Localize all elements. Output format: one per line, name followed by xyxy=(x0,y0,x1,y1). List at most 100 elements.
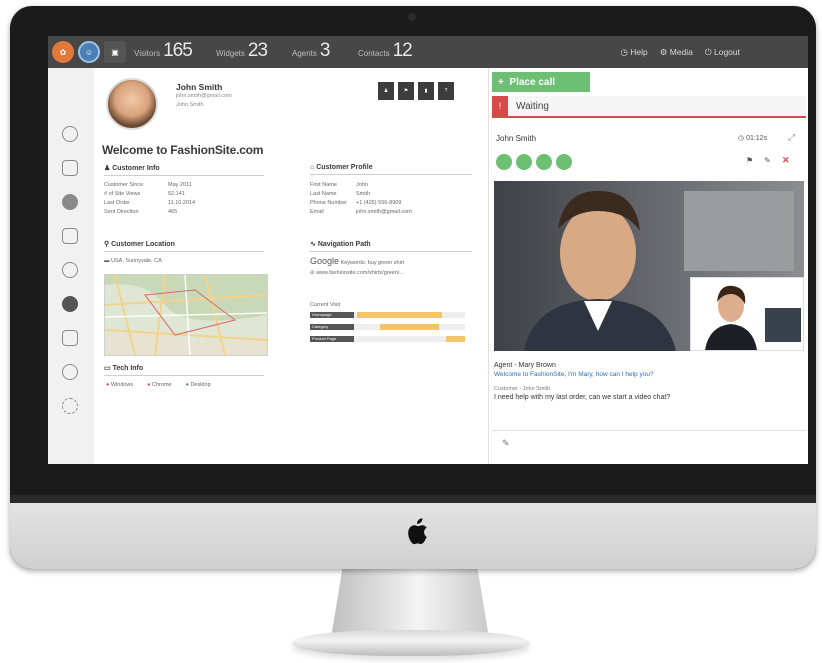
funnel-bar-label-text: Category xyxy=(312,324,329,329)
logout-link[interactable]: ⏻ Logout xyxy=(705,47,740,58)
field-value: 52,141 xyxy=(168,191,185,197)
tech-info-title: Tech Info xyxy=(112,365,144,372)
sidebar-cloud-icon[interactable] xyxy=(62,364,78,380)
place-call-button[interactable]: + Place call xyxy=(492,72,590,92)
tag-icon[interactable]: ✎ xyxy=(764,156,771,165)
video-button[interactable] xyxy=(556,154,572,170)
list-item: Last Name Smith xyxy=(310,190,412,199)
location-map[interactable] xyxy=(104,274,268,356)
chat-divider xyxy=(492,430,806,431)
sidebar xyxy=(48,68,95,464)
desktop-item: ● Desktop xyxy=(186,382,211,388)
field-label: Sent Direction xyxy=(104,209,139,215)
stat-widgets[interactable]: Widgets 23 xyxy=(216,40,268,62)
sidebar-globe-icon[interactable] xyxy=(62,262,78,278)
avatar xyxy=(106,78,158,130)
customer-info-list: Customer Since May 2011 # of Site Views 52… xyxy=(104,181,195,217)
tech-info-list: ● Windows ● Chrome ● Desktop xyxy=(106,382,211,388)
funnel-bar-label-text: Homepage xyxy=(312,312,332,317)
customer-location-title: Customer Location xyxy=(111,241,175,248)
customer-message: I need help with my last order, can we s… xyxy=(494,394,671,401)
call-timer: ◷ 01:12s xyxy=(738,135,768,142)
share-button[interactable] xyxy=(496,154,512,170)
field-value: John xyxy=(356,182,368,188)
brand-logo-icon[interactable]: ✿ xyxy=(52,41,74,63)
referrer-url[interactable]: ⊘ www.fashionsite.com/shirts/green/... xyxy=(310,270,404,276)
list-item: First Name John xyxy=(310,181,412,190)
compose-pen-icon[interactable]: ✎ xyxy=(502,438,510,449)
page-title: Welcome to FashionSite.com xyxy=(102,143,264,157)
monitor-base xyxy=(292,630,530,656)
agent-video-graphic xyxy=(691,278,803,350)
stat-visitors[interactable]: Visitors 165 xyxy=(134,40,193,62)
list-item: Phone Number +1 (425) 556-8909 xyxy=(310,199,412,208)
desktop-icon: ● xyxy=(185,382,189,388)
help-link[interactable]: ◷ Help xyxy=(621,47,648,58)
close-icon[interactable]: ✕ xyxy=(782,155,790,166)
stat-contacts[interactable]: Contacts 12 xyxy=(358,40,413,62)
windows-item: ● Windows xyxy=(106,382,133,388)
field-value: john.smith@gmail.com xyxy=(356,209,412,215)
stat-agents[interactable]: Agents 3 xyxy=(292,40,331,62)
video-stream[interactable] xyxy=(494,181,804,351)
link-icon: ⊘ xyxy=(310,270,315,276)
funnel-bar-label: Product Page xyxy=(310,336,354,342)
place-call-label: Place call xyxy=(509,76,555,88)
logout-link-label: Logout xyxy=(714,47,740,57)
funnel-bar-fill xyxy=(380,324,439,330)
map-graphic xyxy=(105,275,267,355)
list-item: Customer Since May 2011 xyxy=(104,181,195,190)
profile-name: John Smith xyxy=(176,82,223,92)
expand-icon[interactable]: ⤢ xyxy=(788,132,795,143)
tech-item-label: Windows xyxy=(110,382,134,388)
waiting-label: Waiting xyxy=(516,100,549,112)
field-value: Smith xyxy=(356,191,371,197)
sidebar-chat-icon[interactable] xyxy=(62,194,78,210)
phone-button[interactable] xyxy=(536,154,552,170)
sidebar-list-icon[interactable] xyxy=(62,228,78,244)
sidebar-history-icon[interactable] xyxy=(62,296,78,312)
tech-item-label: Desktop xyxy=(190,382,211,388)
funnel-bar-label: Homepage xyxy=(310,312,354,318)
field-value: May 2011 xyxy=(168,182,192,188)
action-flag-button[interactable]: ⚑ xyxy=(398,82,414,100)
media-link[interactable]: ⚙ Media xyxy=(660,47,693,58)
media-link-label: Media xyxy=(669,47,693,57)
sidebar-lock-icon[interactable] xyxy=(62,126,78,142)
funnel-bar: Category xyxy=(310,324,465,330)
help-link-label: Help xyxy=(630,47,648,57)
sidebar-calendar-icon[interactable] xyxy=(62,160,78,176)
field-label: # of Site Views xyxy=(104,191,141,197)
apple-logo-icon xyxy=(408,518,428,545)
field-label: Phone Number xyxy=(310,200,347,206)
stat-value: 3 xyxy=(319,40,331,61)
customer-info-heading: ♟ Customer Info xyxy=(104,164,264,176)
action-user-button[interactable]: ♟ xyxy=(378,82,394,100)
agent-video-pip[interactable] xyxy=(690,277,804,351)
cobrowse-button[interactable] xyxy=(516,154,532,170)
field-value: +1 (425) 556-8909 xyxy=(356,200,402,206)
profile-phone: John Smith xyxy=(176,102,204,108)
field-value: 465 xyxy=(168,209,178,215)
funnel-bar-label-text: Product Page xyxy=(312,336,337,341)
chat-customer-name: John Smith xyxy=(496,134,537,143)
field-label: Email xyxy=(310,209,324,215)
action-mobile-button[interactable]: ▮ xyxy=(418,82,434,100)
waiting-tab[interactable]: ! Waiting xyxy=(492,96,806,118)
funnel-bar-label: Category xyxy=(310,324,354,330)
funnel-bar: Product Page xyxy=(310,336,465,342)
top-links: ◷ Help ⚙ Media ⏻ Logout xyxy=(621,47,741,58)
call-timer-value: 01:12s xyxy=(746,135,768,142)
field-label: Customer Since xyxy=(104,182,144,188)
sidebar-settings-icon[interactable] xyxy=(62,398,78,414)
monitor-icon[interactable]: ▣ xyxy=(104,41,126,63)
action-help-button[interactable]: ? xyxy=(438,82,454,100)
sidebar-report-icon[interactable] xyxy=(62,330,78,346)
search-keywords: Keywords: buy green shirt xyxy=(340,260,405,266)
customer-location-heading: ⚲ Customer Location xyxy=(104,240,264,252)
funnel-label: Current Visit xyxy=(310,302,341,308)
flag-icon[interactable]: ⚑ xyxy=(746,156,753,165)
user-profile-icon[interactable]: ☺ xyxy=(78,41,100,63)
referrer-url-text: www.fashionsite.com/shirts/green/... xyxy=(316,270,404,276)
stat-label: Visitors xyxy=(134,49,161,58)
